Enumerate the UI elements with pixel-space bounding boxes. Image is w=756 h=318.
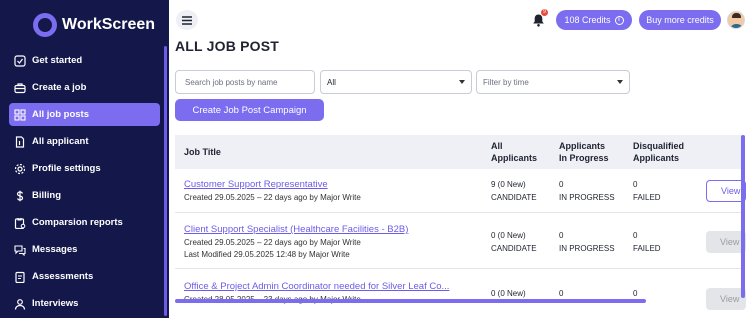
briefcase-icon — [14, 82, 26, 94]
credits-button[interactable]: 108 Credits i — [556, 10, 632, 30]
logo-icon — [33, 13, 57, 37]
header-disqualified-line1: Disqualified — [633, 141, 685, 151]
all-applicants-label: CANDIDATE — [491, 193, 537, 202]
job-title-link[interactable]: Client Support Specialist (Healthcare Fa… — [184, 224, 484, 235]
sidebar-item-all-job-posts[interactable]: All job posts — [9, 103, 160, 126]
dollar-icon — [14, 190, 26, 202]
table-horizontal-scrollbar[interactable] — [175, 299, 646, 303]
sidebar-item-billing[interactable]: Billing — [9, 184, 160, 207]
sidebar-item-create-job[interactable]: Create a job — [9, 76, 160, 99]
in-progress-label: IN PROGRESS — [559, 244, 615, 253]
logo-text: WorkScreen — [62, 16, 156, 33]
document-icon — [14, 135, 26, 148]
in-progress-count: 0 — [559, 231, 564, 240]
notifications-button[interactable]: 9 — [529, 9, 548, 29]
header-in-progress-line2: In Progress — [559, 153, 609, 163]
view-label: View — [720, 237, 740, 247]
logo[interactable]: WorkScreen — [33, 11, 155, 39]
failed-count: 0 — [633, 289, 638, 298]
failed-count: 0 — [633, 231, 638, 240]
failed-label: FAILED — [633, 193, 661, 202]
job-title-link[interactable]: Customer Support Representative — [184, 179, 484, 190]
time-filter-select[interactable]: Filter by time — [476, 70, 630, 94]
user-icon — [14, 298, 26, 310]
all-applicants-count: 9 (0 New) — [491, 180, 526, 189]
table-row: Customer Support Representative Created … — [175, 169, 746, 213]
sidebar-item-get-started[interactable]: Get started — [9, 49, 160, 72]
sidebar-item-label: Get started — [32, 55, 83, 66]
view-button[interactable]: View — [706, 231, 746, 253]
table-header: Job Title All Applicants Applicants In P… — [175, 135, 745, 169]
sidebar-item-interviews[interactable]: Interviews — [9, 292, 160, 315]
view-label: View — [720, 294, 740, 304]
sidebar-scrollbar[interactable] — [164, 46, 167, 316]
buy-credits-label: Buy more credits — [646, 15, 714, 25]
in-progress-label: IN PROGRESS — [559, 193, 615, 202]
sidebar-item-label: All job posts — [32, 109, 89, 120]
view-button[interactable]: View — [706, 288, 746, 310]
buy-credits-button[interactable]: Buy more credits — [639, 10, 721, 30]
sidebar-item-label: Create a job — [32, 82, 87, 93]
chevron-down-icon — [617, 80, 623, 84]
report-icon — [14, 217, 26, 229]
create-campaign-button[interactable]: Create Job Post Campaign — [175, 99, 324, 121]
hamburger-icon — [182, 15, 192, 25]
chat-icon — [14, 244, 26, 256]
header-job-title: Job Title — [184, 147, 221, 157]
status-select-value: All — [327, 77, 336, 87]
job-modified-meta: Last Modified 29.05.2025 12:48 by Major … — [184, 250, 350, 259]
chevron-down-icon — [459, 80, 465, 84]
in-progress-count: 0 — [559, 180, 564, 189]
credits-label: 108 Credits — [564, 15, 611, 25]
all-applicants-count: 0 (0 New) — [491, 289, 526, 298]
search-input[interactable] — [175, 70, 315, 94]
checkbox-icon — [14, 54, 26, 67]
sidebar-nav: Get started Create a job All job posts A… — [9, 49, 160, 318]
grid-icon — [14, 108, 26, 121]
sidebar-item-all-applicant[interactable]: All applicant — [9, 130, 160, 153]
header-disqualified-line2: Applicants — [633, 153, 680, 163]
sidebar-item-messages[interactable]: Messages — [9, 238, 160, 261]
sidebar-item-label: All applicant — [32, 136, 89, 147]
table-row: Client Support Specialist (Healthcare Fa… — [175, 213, 746, 269]
page-title: ALL JOB POST — [175, 38, 280, 54]
sidebar-item-comparsion-reports[interactable]: Comparsion reports — [9, 211, 160, 234]
clipboard-icon — [14, 271, 26, 283]
job-created-meta: Created 29.05.2025 – 22 days ago by Majo… — [184, 238, 361, 247]
header-all-applicants-line2: Applicants — [491, 153, 538, 163]
create-campaign-label: Create Job Post Campaign — [192, 104, 307, 116]
in-progress-count: 0 — [559, 289, 564, 298]
failed-count: 0 — [633, 180, 638, 189]
sidebar-item-label: Profile settings — [32, 163, 101, 174]
header-in-progress-line1: Applicants — [559, 141, 606, 151]
job-title-link[interactable]: Office & Project Admin Coordinator neede… — [184, 281, 476, 292]
sidebar-item-label: Assessments — [32, 271, 94, 282]
all-applicants-label: CANDIDATE — [491, 244, 537, 253]
sidebar-item-profile-settings[interactable]: Profile settings — [9, 157, 160, 180]
sidebar-item-assessments[interactable]: Assessments — [9, 265, 160, 288]
header-all-applicants-line1: All — [491, 141, 503, 151]
info-icon: i — [614, 15, 624, 25]
page-vertical-scrollbar[interactable] — [741, 135, 745, 298]
status-select[interactable]: All — [320, 70, 472, 94]
sidebar-item-label: Interviews — [32, 298, 79, 309]
sidebar: WorkScreen Get started Create a job All … — [0, 0, 169, 318]
view-label: View — [721, 186, 741, 196]
menu-button[interactable] — [176, 10, 198, 30]
table-row: Office & Project Admin Coordinator neede… — [175, 269, 746, 318]
sidebar-item-label: Billing — [32, 190, 62, 201]
time-filter-placeholder: Filter by time — [483, 77, 529, 87]
gear-icon — [14, 163, 26, 175]
failed-label: FAILED — [633, 244, 661, 253]
sidebar-item-label: Comparsion reports — [32, 217, 123, 228]
notification-badge: 9 — [541, 9, 548, 16]
view-button[interactable]: View — [706, 180, 746, 202]
sidebar-item-label: Messages — [32, 244, 78, 255]
job-created-meta: Created 29.05.2025 – 22 days ago by Majo… — [184, 193, 361, 202]
all-applicants-count: 0 (0 New) — [491, 231, 526, 240]
avatar[interactable] — [727, 11, 745, 29]
